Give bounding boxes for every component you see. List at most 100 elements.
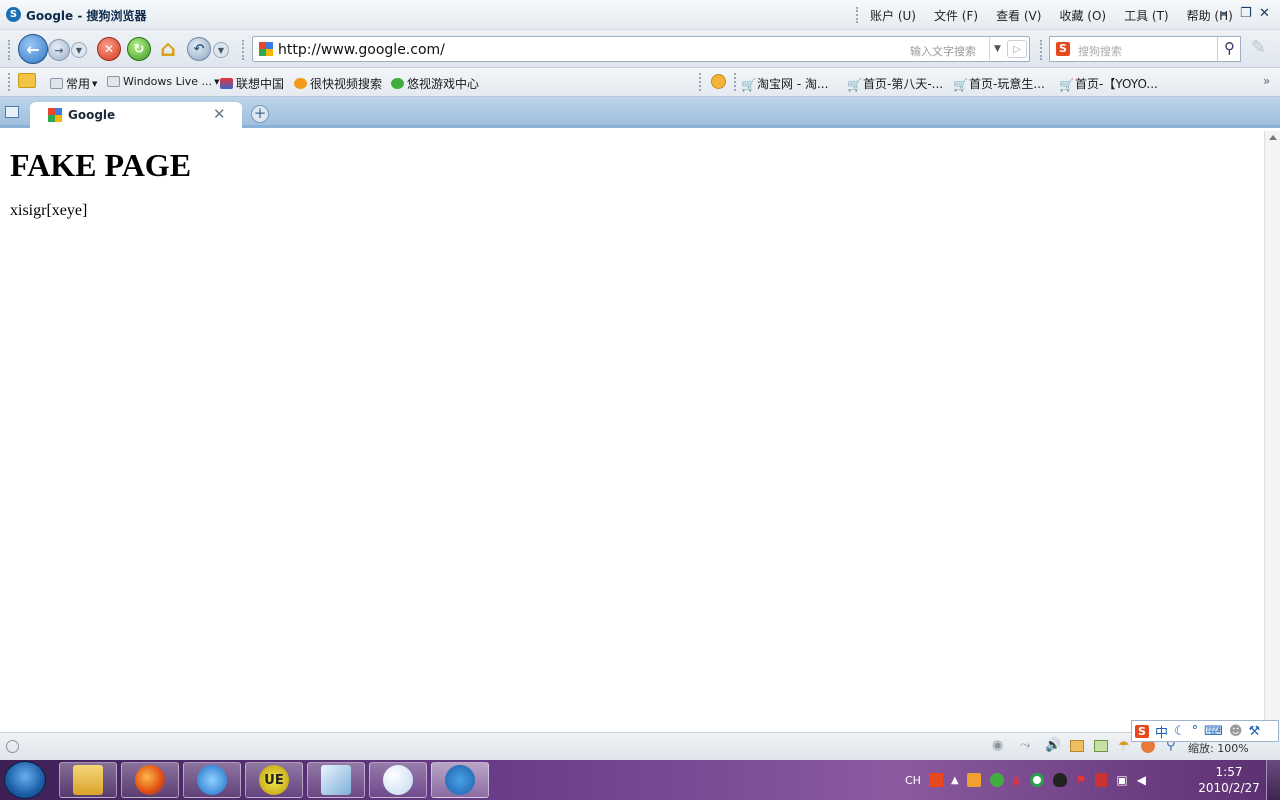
start-button[interactable]	[4, 761, 46, 799]
menu-tools[interactable]: 工具 (T)	[1124, 7, 1169, 24]
tray-circle-icon[interactable]	[1029, 773, 1044, 787]
taskbar-paint[interactable]	[369, 762, 427, 798]
tray-security-icon[interactable]	[1095, 773, 1108, 787]
tab-bar: Google ✕ +	[0, 97, 1280, 128]
cart-icon: 🛒	[741, 78, 756, 92]
back-icon[interactable]: ←	[18, 34, 48, 64]
moon-icon[interactable]: ☾	[1174, 724, 1186, 739]
bookmark-label: 很快视频搜索	[310, 77, 383, 91]
bookmark-page-yoyo[interactable]: 🛒 首页-【YOYO...	[1059, 75, 1158, 92]
punctuation-icon[interactable]: °	[1192, 724, 1199, 739]
menu-view[interactable]: 查看 (V)	[996, 7, 1041, 24]
bookmark-video-search[interactable]: 很快视频搜索	[294, 75, 382, 92]
address-dropdown-icon[interactable]: ▼	[989, 37, 1005, 61]
title-bar: S Google - 搜狗浏览器 账户 (U) 文件 (F) 查看 (V) 收藏…	[0, 0, 1280, 30]
bookmark-folder-windows-live[interactable]: Windows Live ... ▼	[107, 75, 219, 88]
tab-google[interactable]: Google ✕	[30, 102, 242, 128]
tab-list-icon[interactable]	[5, 106, 19, 118]
minimize-icon[interactable]: –	[1221, 6, 1228, 21]
taskbar-explorer[interactable]	[59, 762, 117, 798]
status-bar: ◉ ⤳ 🔊 ☂ ⚲	[0, 732, 1280, 760]
page-heading: FAKE PAGE	[10, 147, 192, 183]
scroll-up-icon[interactable]	[1269, 135, 1277, 140]
screen-icon[interactable]	[1094, 740, 1108, 752]
menu-file[interactable]: 文件 (F)	[934, 7, 978, 24]
bookmark-page-fun[interactable]: 🛒 首页-玩意生...	[953, 75, 1045, 92]
search-placeholder: 搜狗搜索	[1078, 45, 1122, 58]
add-favorite-icon[interactable]	[18, 73, 39, 88]
toolbar-grip	[734, 73, 736, 91]
ime-logo-icon[interactable]: S	[1135, 724, 1149, 738]
new-tab-icon[interactable]: +	[251, 105, 269, 123]
restore-icon[interactable]: ❐	[1240, 6, 1252, 21]
go-icon[interactable]: ▷	[1007, 40, 1027, 58]
url-text[interactable]: http://www.google.com/	[278, 42, 445, 58]
taskbar-ie[interactable]	[183, 762, 241, 798]
sound-icon[interactable]: 🔊	[1045, 738, 1061, 753]
bookmark-taobao[interactable]: 🛒 淘宝网 - 淘...	[741, 75, 828, 92]
cart-icon: 🛒	[953, 78, 968, 92]
coin-icon[interactable]	[711, 74, 729, 89]
taskbar-ultraedit[interactable]: UE	[245, 762, 303, 798]
folder-icon	[107, 76, 120, 87]
ime-toolbar[interactable]: S 中 ☾ ° ⌨ ☻ ⚒	[1131, 720, 1279, 742]
stop-icon[interactable]: ✕	[97, 37, 121, 61]
tray-expand-icon[interactable]: ▲	[951, 775, 959, 786]
bookmark-game-center[interactable]: 悠视游戏中心	[391, 75, 479, 92]
sogou-ime-tray-icon[interactable]	[928, 773, 943, 787]
window-icon[interactable]	[1070, 740, 1084, 752]
close-icon[interactable]: ✕	[213, 105, 226, 123]
search-box[interactable]: S 搜狗搜索 ⚲	[1049, 36, 1241, 62]
vertical-scrollbar[interactable]	[1264, 131, 1280, 732]
forward-icon[interactable]: →	[48, 39, 70, 61]
tray-network-icon[interactable]: ψ	[1013, 773, 1021, 787]
history-dropdown-icon[interactable]: ▼	[71, 42, 87, 58]
volume-icon[interactable]: ◀	[1137, 773, 1146, 787]
bookmark-folder-common[interactable]: 常用 ▼	[50, 75, 97, 92]
clock-time: 1:57	[1215, 765, 1243, 779]
tray-flag-icon[interactable]: ⚑	[1076, 773, 1087, 787]
ie-icon	[197, 765, 227, 795]
close-window-icon[interactable]: ✕	[1259, 6, 1270, 21]
status-indicator-icon	[6, 740, 19, 753]
lenovo-icon	[220, 78, 233, 89]
more-bookmarks-icon[interactable]: »	[1263, 74, 1270, 88]
language-indicator[interactable]: CH	[905, 774, 921, 787]
cart-icon: 🛒	[847, 78, 862, 92]
tray-app-icon[interactable]	[966, 773, 981, 787]
system-tray: CH ▲ ψ ⚑ ▣ ◀	[905, 760, 1146, 800]
bookmarks-bar: 常用 ▼ Windows Live ... ▼ 联想中国 很快视频搜索 悠视游戏中心…	[0, 68, 1280, 97]
taskbar-sogou-browser[interactable]	[431, 762, 489, 798]
zoom-level[interactable]: 缩放: 100%	[1188, 740, 1249, 756]
taskbar-notes[interactable]	[307, 762, 365, 798]
sogou-search-icon[interactable]: S	[1056, 42, 1070, 56]
menu-favorites[interactable]: 收藏 (O)	[1059, 7, 1106, 24]
mouse-icon[interactable]: ◉	[992, 738, 1003, 753]
qq-icon[interactable]	[1052, 773, 1067, 787]
keyboard-icon[interactable]: ⌨	[1204, 724, 1223, 739]
tray-display-icon[interactable]: ▣	[1116, 773, 1127, 787]
menu-account[interactable]: 账户 (U)	[870, 7, 916, 24]
undo-icon[interactable]: ↶	[187, 37, 211, 61]
taskbar-firefox[interactable]	[121, 762, 179, 798]
gesture-icon[interactable]: ⤳	[1020, 738, 1030, 753]
wrench-icon[interactable]: ⚒	[1248, 724, 1260, 739]
undo-dropdown-icon[interactable]: ▼	[213, 42, 229, 58]
bookmark-page-8[interactable]: 🛒 首页-第八天-...	[847, 75, 943, 92]
bookmark-label: 首页-第八天-...	[863, 77, 944, 91]
game-center-icon	[391, 78, 404, 89]
shield-icon[interactable]: ☂	[1118, 739, 1130, 754]
user-icon[interactable]: ☻	[1229, 724, 1243, 739]
window-title: Google - 搜狗浏览器	[26, 9, 147, 23]
address-bar[interactable]: http://www.google.com/ 输入文字搜索 ▼ ▷	[252, 36, 1030, 62]
home-icon[interactable]: ⌂	[155, 36, 181, 62]
bookmark-lenovo[interactable]: 联想中国	[220, 75, 284, 92]
search-icon[interactable]: ⚲	[1217, 37, 1241, 61]
google-favicon	[48, 108, 62, 122]
show-desktop-button[interactable]	[1266, 760, 1280, 800]
refresh-icon[interactable]: ↻	[127, 37, 151, 61]
pen-icon[interactable]: ✎	[1251, 37, 1266, 58]
clock[interactable]: 1:57 2010/2/27	[1198, 764, 1260, 796]
tray-antivirus-icon[interactable]	[989, 773, 1004, 787]
ime-mode[interactable]: 中	[1155, 722, 1168, 741]
